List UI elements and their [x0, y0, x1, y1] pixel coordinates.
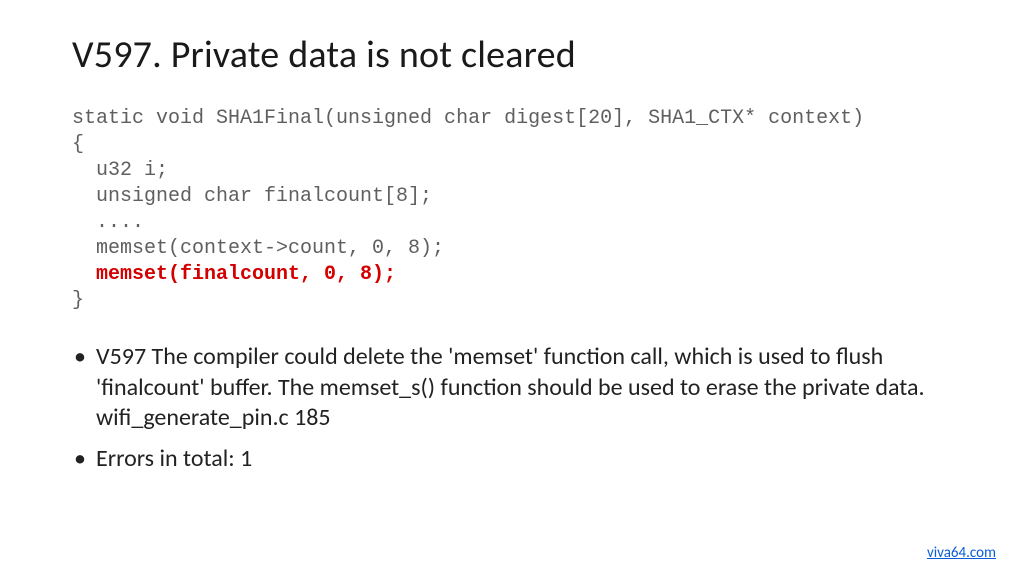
bullet-list: V597 The compiler could delete the 'mems… — [72, 342, 952, 475]
code-line: unsigned char finalcount[8]; — [72, 185, 432, 208]
list-item: Errors in total: 1 — [72, 444, 952, 475]
page-title: V597. Private data is not cleared — [72, 32, 952, 78]
code-line: .... — [72, 211, 144, 234]
code-line: memset(context->count, 0, 8); — [72, 237, 444, 260]
slide: V597. Private data is not cleared static… — [0, 0, 1024, 576]
list-item: V597 The compiler could delete the 'mems… — [72, 342, 952, 434]
code-line: static void SHA1Final(unsigned char dige… — [72, 107, 864, 130]
code-line-highlight: memset(finalcount, 0, 8); — [72, 263, 396, 286]
code-line: } — [72, 289, 84, 312]
code-block: static void SHA1Final(unsigned char dige… — [72, 106, 952, 314]
code-line: u32 i; — [72, 159, 168, 182]
footer-link[interactable]: viva64.com — [927, 544, 996, 562]
code-line: { — [72, 133, 84, 156]
